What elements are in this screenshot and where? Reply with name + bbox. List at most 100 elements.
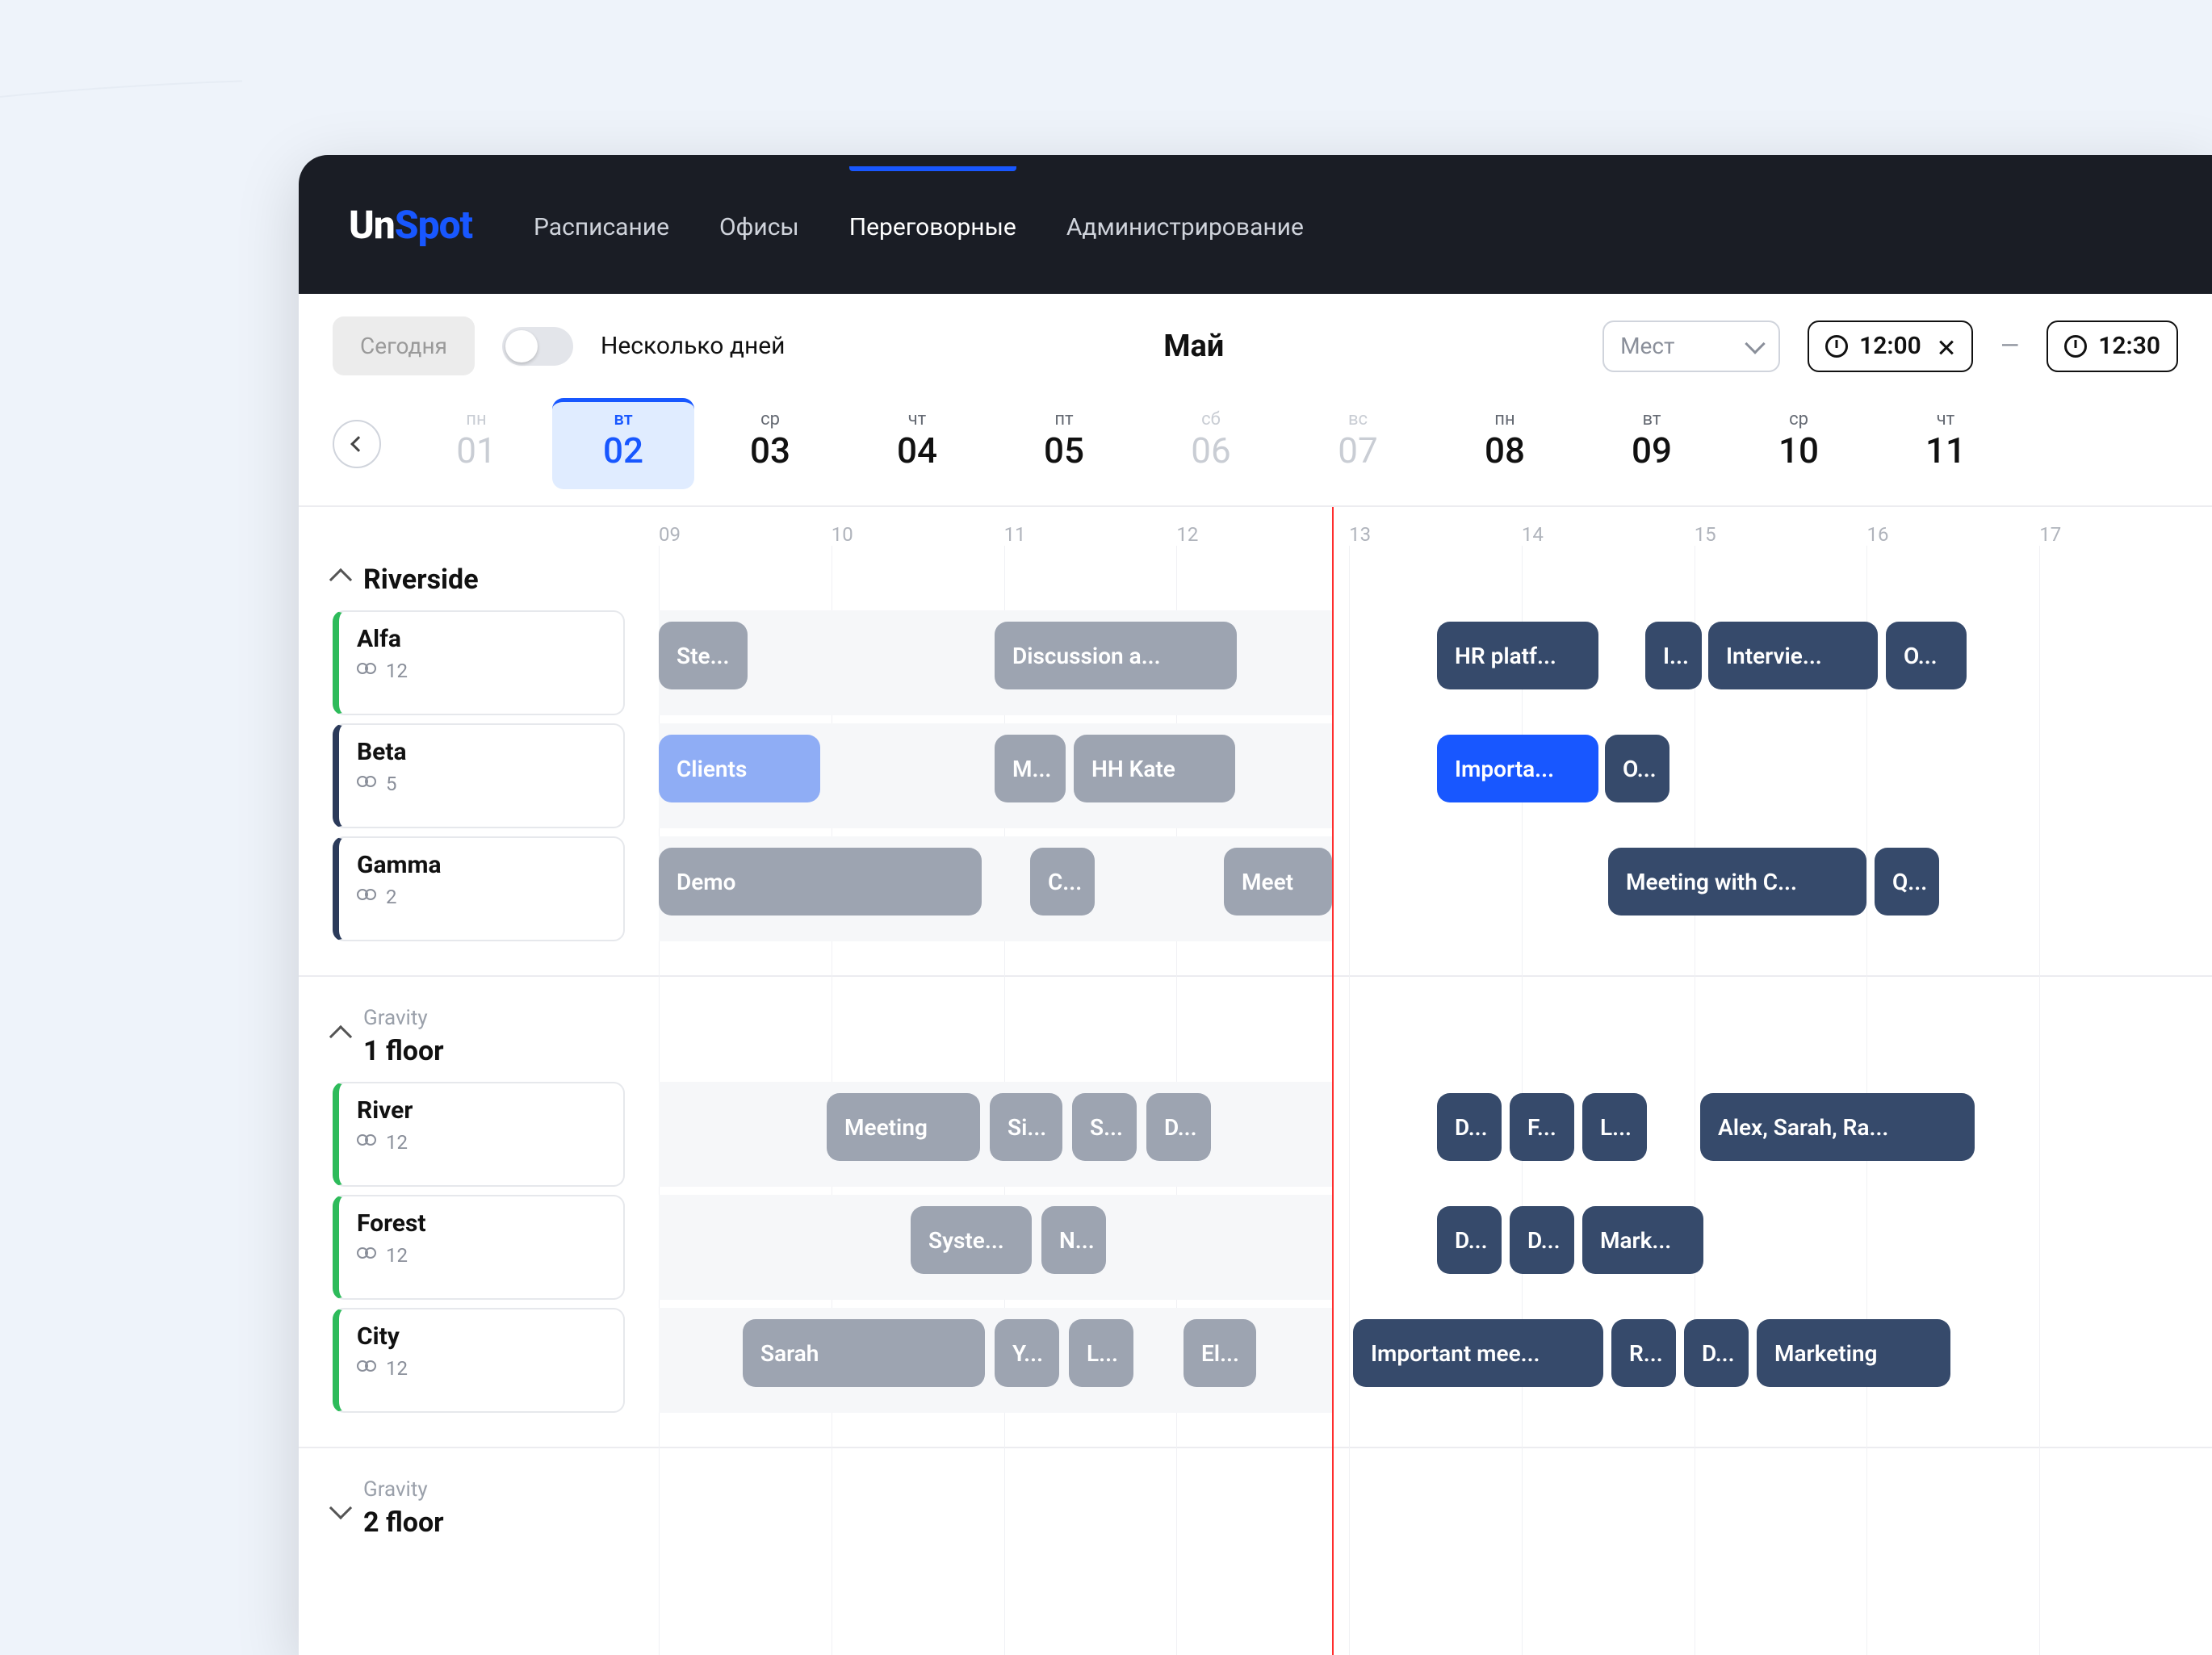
event-block[interactable]: O... bbox=[1605, 735, 1669, 802]
room-name: Forest bbox=[357, 1209, 605, 1238]
chevron-down-icon[interactable] bbox=[329, 1497, 352, 1519]
event-block[interactable]: Mark... bbox=[1582, 1206, 1703, 1274]
event-block[interactable]: I... bbox=[1645, 622, 1702, 689]
event-block[interactable]: L... bbox=[1069, 1319, 1133, 1387]
date-cell[interactable]: пт05 bbox=[993, 398, 1135, 489]
places-select[interactable]: Мест bbox=[1602, 321, 1780, 372]
time-from-input[interactable]: 12:00 bbox=[1808, 321, 1973, 372]
event-block[interactable]: D... bbox=[1146, 1093, 1211, 1161]
room-capacity: 12 bbox=[357, 660, 605, 682]
event-block[interactable]: Q... bbox=[1875, 848, 1939, 915]
date-cell[interactable]: чт04 bbox=[846, 398, 988, 489]
today-button[interactable]: Сегодня bbox=[333, 316, 475, 375]
event-block[interactable]: S... bbox=[1072, 1093, 1137, 1161]
event-block[interactable]: N... bbox=[1041, 1206, 1106, 1274]
room-card[interactable]: Gamma 2 bbox=[333, 836, 625, 941]
room-name: Gamma bbox=[357, 851, 605, 879]
room-capacity: 2 bbox=[357, 886, 605, 908]
room-card[interactable]: Beta 5 bbox=[333, 723, 625, 828]
event-block[interactable]: D... bbox=[1437, 1093, 1502, 1161]
room-card[interactable]: Alfa12 bbox=[333, 610, 625, 715]
room-row: City12 SarahY...L... El... Important mee...… bbox=[333, 1308, 2178, 1413]
event-block[interactable]: L... bbox=[1582, 1093, 1647, 1161]
group-header: Gravity1 floor bbox=[333, 1006, 2178, 1067]
event-block[interactable]: Discussion a... bbox=[995, 622, 1237, 689]
room-row: Gamma 2 Demo C... Meet Meeting with C...Q... bbox=[333, 836, 2178, 941]
room-card[interactable]: City12 bbox=[333, 1308, 625, 1413]
room-timeline[interactable]: Demo C... Meet Meeting with C...Q... bbox=[659, 836, 2178, 941]
room-card[interactable]: River12 bbox=[333, 1082, 625, 1187]
event-block[interactable]: Syste... bbox=[911, 1206, 1032, 1274]
hour-label: 15 bbox=[1695, 523, 1867, 546]
clear-icon[interactable] bbox=[1938, 337, 1955, 355]
event-block[interactable]: Clients bbox=[659, 735, 820, 802]
room-capacity: 12 bbox=[357, 1357, 605, 1380]
room-card[interactable]: Forest 12 bbox=[333, 1195, 625, 1300]
date-cell[interactable]: чт11 bbox=[1875, 398, 2017, 489]
date-cell[interactable]: вт09 bbox=[1581, 398, 1723, 489]
group-divider bbox=[299, 1447, 2212, 1448]
date-cell[interactable]: пн01 bbox=[405, 398, 547, 489]
room-timeline[interactable]: SarahY...L... El... Important mee...R...D.… bbox=[659, 1308, 2178, 1413]
room-group: Gravity1 floorRiver12MeetingSi...S...D..… bbox=[299, 988, 2212, 1435]
room-name: Beta bbox=[357, 738, 605, 766]
room-capacity: 12 bbox=[357, 1131, 605, 1154]
chevron-up-icon[interactable] bbox=[329, 1025, 352, 1048]
multi-day-label: Несколько дней bbox=[601, 332, 786, 360]
hour-label: 13 bbox=[1349, 523, 1522, 546]
room-timeline[interactable]: Syste...N...D...D...Mark... bbox=[659, 1195, 2178, 1300]
event-block[interactable]: Si... bbox=[990, 1093, 1062, 1161]
event-block[interactable]: Important mee... bbox=[1353, 1319, 1603, 1387]
room-row: Beta 5 Clients M...HH Kate Importa...O... bbox=[333, 723, 2178, 828]
event-block[interactable]: Marketing bbox=[1757, 1319, 1950, 1387]
nav-item-1[interactable]: Офисы bbox=[719, 166, 799, 283]
event-block[interactable]: C... bbox=[1030, 848, 1095, 915]
room-timeline[interactable]: Clients M...HH Kate Importa...O... bbox=[659, 723, 2178, 828]
room-group: Riverside Alfa12 Ste... Discussion a... HR p… bbox=[299, 546, 2212, 964]
time-to-input[interactable]: 12:30 bbox=[2047, 321, 2178, 372]
event-block[interactable]: Intervie... bbox=[1708, 622, 1878, 689]
clock-icon bbox=[2064, 335, 2087, 358]
event-block[interactable]: El... bbox=[1184, 1319, 1256, 1387]
nav-item-2[interactable]: Переговорные bbox=[849, 166, 1016, 283]
event-block[interactable]: HH Kate bbox=[1074, 735, 1235, 802]
event-block[interactable]: Meeting with C... bbox=[1608, 848, 1866, 915]
event-block[interactable]: D... bbox=[1684, 1319, 1749, 1387]
room-timeline[interactable]: MeetingSi...S...D...D...F...L...Alex, Sa… bbox=[659, 1082, 2178, 1187]
event-block[interactable]: D... bbox=[1437, 1206, 1502, 1274]
date-cell[interactable]: пн08 bbox=[1434, 398, 1576, 489]
multi-day-toggle[interactable] bbox=[502, 327, 573, 366]
date-cell[interactable]: ср03 bbox=[699, 398, 841, 489]
event-block[interactable]: Alex, Sarah, Ra... bbox=[1700, 1093, 1975, 1161]
room-capacity: 12 bbox=[357, 1244, 605, 1267]
chevron-up-icon[interactable] bbox=[329, 568, 352, 591]
main-nav: Расписание Офисы Переговорные Администриров… bbox=[534, 166, 1304, 283]
date-cell[interactable]: сб06 bbox=[1140, 398, 1282, 489]
event-block[interactable]: HR platf... bbox=[1437, 622, 1598, 689]
event-block[interactable]: Importa... bbox=[1437, 735, 1598, 802]
room-capacity: 5 bbox=[357, 773, 605, 795]
hour-header: 091011121314151617 bbox=[299, 507, 2212, 546]
nav-item-0[interactable]: Расписание bbox=[534, 166, 669, 283]
date-cell[interactable]: ср10 bbox=[1728, 398, 1870, 489]
event-block[interactable]: M... bbox=[995, 735, 1066, 802]
event-block[interactable]: Sarah bbox=[743, 1319, 985, 1387]
event-block[interactable]: Demo bbox=[659, 848, 982, 915]
hour-label: 11 bbox=[1004, 523, 1177, 546]
event-block[interactable]: Y... bbox=[995, 1319, 1059, 1387]
event-block[interactable]: O... bbox=[1886, 622, 1967, 689]
event-block[interactable]: Meet bbox=[1224, 848, 1332, 915]
group-header: Riverside bbox=[333, 564, 2178, 596]
nav-item-3[interactable]: Администрирование bbox=[1066, 166, 1304, 283]
event-block[interactable]: Meeting bbox=[827, 1093, 980, 1161]
background-decoration bbox=[0, 0, 242, 121]
hour-label: 17 bbox=[2039, 523, 2212, 546]
date-cell[interactable]: вт02 bbox=[552, 398, 694, 489]
event-block[interactable]: F... bbox=[1510, 1093, 1574, 1161]
room-timeline[interactable]: Ste... Discussion a... HR platf... I...Inte… bbox=[659, 610, 2178, 715]
event-block[interactable]: R... bbox=[1611, 1319, 1676, 1387]
event-block[interactable]: Ste... bbox=[659, 622, 748, 689]
event-block[interactable]: D... bbox=[1510, 1206, 1574, 1274]
prev-dates-button[interactable] bbox=[333, 420, 381, 468]
date-cell[interactable]: вс07 bbox=[1287, 398, 1429, 489]
